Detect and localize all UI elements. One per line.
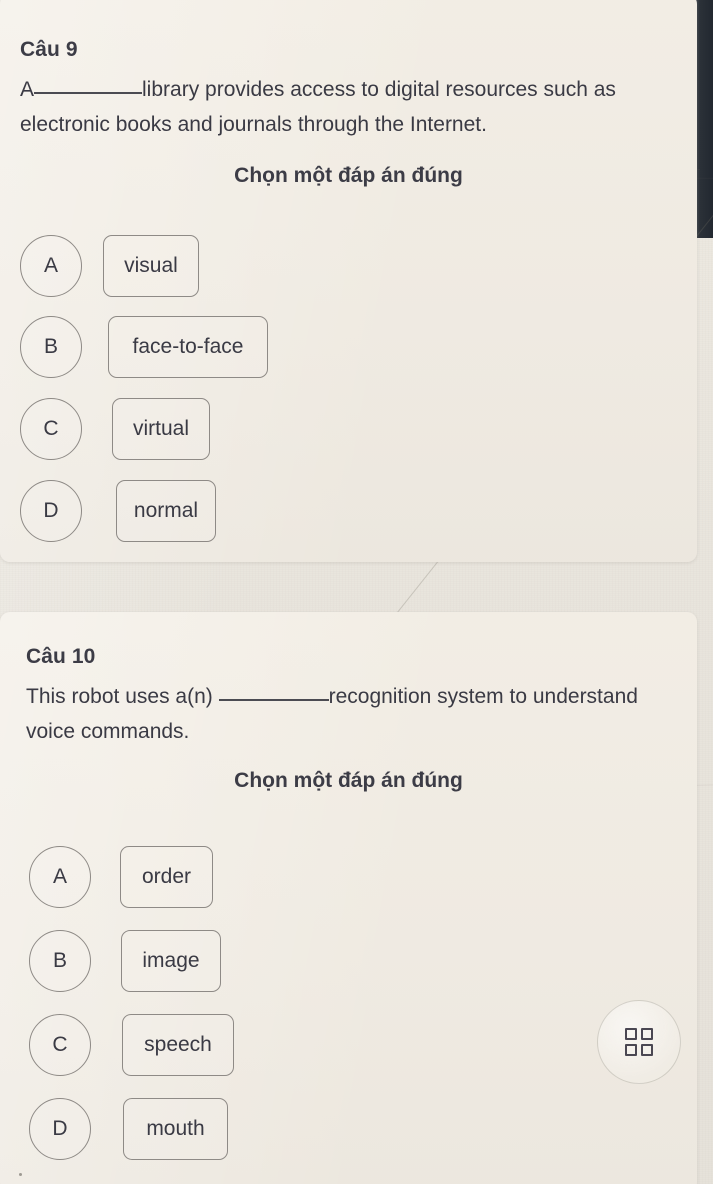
paper-speck bbox=[19, 1173, 22, 1176]
quiz-screen: Câu 9 Alibrary provides access to digita… bbox=[0, 0, 713, 1184]
option-row[interactable]: C speech bbox=[29, 1014, 329, 1076]
question-overview-button[interactable] bbox=[597, 1000, 681, 1084]
option-label-b[interactable]: face-to-face bbox=[108, 316, 268, 378]
question-text-before-blank: This robot uses a(n) bbox=[26, 685, 213, 708]
question-card-10: Câu 10 This robot uses a(n) recognition … bbox=[0, 612, 697, 1184]
option-letter-b[interactable]: B bbox=[20, 316, 82, 378]
question-number-10: Câu 10 bbox=[26, 645, 96, 668]
grid-cell bbox=[625, 1044, 637, 1056]
option-row[interactable]: A visual bbox=[20, 235, 320, 297]
question-number-9: Câu 9 bbox=[20, 38, 78, 61]
option-letter-b[interactable]: B bbox=[29, 930, 91, 992]
question-text-10: This robot uses a(n) recognition system … bbox=[26, 679, 666, 749]
option-row[interactable]: D mouth bbox=[29, 1098, 329, 1160]
question-card-9: Câu 9 Alibrary provides access to digita… bbox=[0, 0, 697, 562]
grid-cell bbox=[641, 1044, 653, 1056]
option-label-a[interactable]: order bbox=[120, 846, 213, 908]
option-letter-c[interactable]: C bbox=[29, 1014, 91, 1076]
grid-cell bbox=[625, 1028, 637, 1040]
grid-four-squares-icon bbox=[625, 1028, 653, 1056]
option-label-a[interactable]: visual bbox=[103, 235, 199, 297]
option-row[interactable]: B image bbox=[29, 930, 329, 992]
choose-answer-hint-9: Chọn một đáp án đúng bbox=[234, 164, 463, 187]
option-row[interactable]: C virtual bbox=[20, 398, 320, 460]
option-row[interactable]: B face-to-face bbox=[20, 316, 320, 378]
choose-answer-hint-10: Chọn một đáp án đúng bbox=[234, 769, 463, 792]
option-row[interactable]: A order bbox=[29, 846, 329, 908]
question-text-before-blank: A bbox=[20, 78, 35, 101]
option-label-c[interactable]: speech bbox=[122, 1014, 234, 1076]
question-text-9: Alibrary provides access to digital reso… bbox=[20, 72, 660, 142]
grid-cell bbox=[641, 1028, 653, 1040]
option-label-d[interactable]: normal bbox=[116, 480, 216, 542]
option-letter-c[interactable]: C bbox=[20, 398, 82, 460]
fill-in-blank bbox=[34, 92, 143, 94]
option-letter-a[interactable]: A bbox=[20, 235, 82, 297]
option-label-c[interactable]: virtual bbox=[112, 398, 210, 460]
option-letter-d[interactable]: D bbox=[29, 1098, 91, 1160]
fill-in-blank bbox=[218, 699, 329, 701]
option-letter-d[interactable]: D bbox=[20, 480, 82, 542]
option-row[interactable]: D normal bbox=[20, 480, 320, 542]
option-label-b[interactable]: image bbox=[121, 930, 221, 992]
question-text-after-blank: library provides access to digital resou… bbox=[20, 78, 616, 136]
option-letter-a[interactable]: A bbox=[29, 846, 91, 908]
option-label-d[interactable]: mouth bbox=[123, 1098, 228, 1160]
